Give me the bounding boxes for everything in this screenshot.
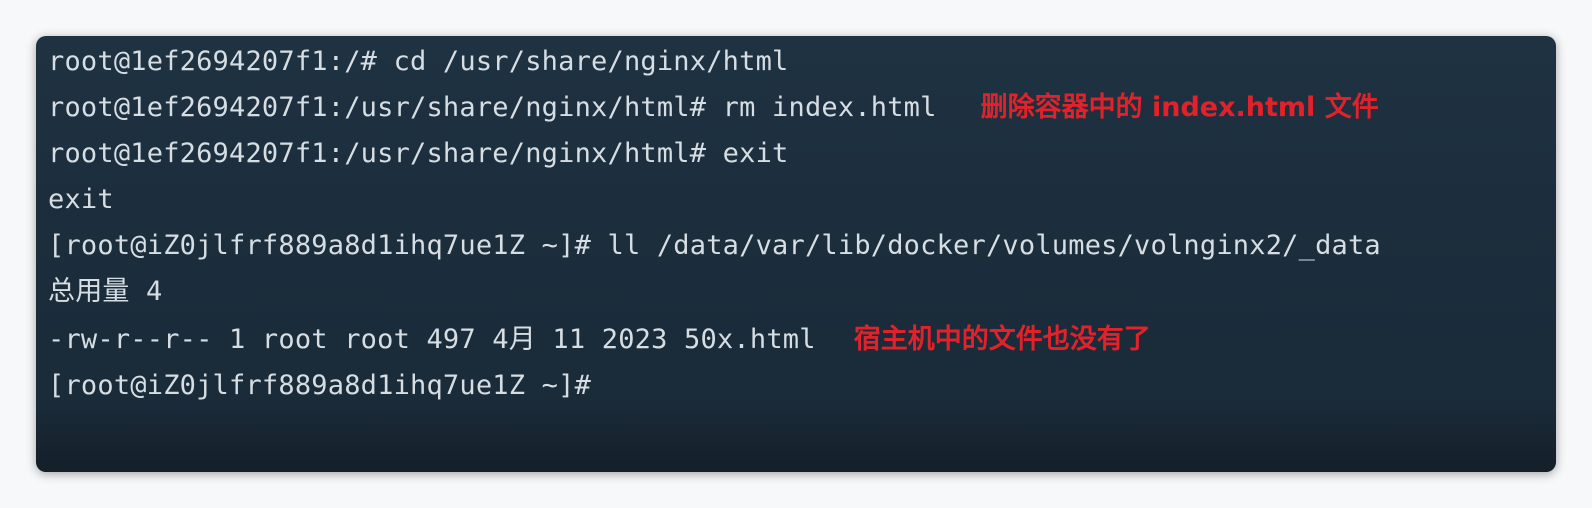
terminal-line: [root@iZ0jlfrf889a8d1ihq7ue1Z ~]#	[48, 366, 591, 406]
terminal-prompt[interactable]: [root@iZ0jlfrf889a8d1ihq7ue1Z ~]#	[48, 370, 591, 401]
terminal-line: root@1ef2694207f1:/usr/share/nginx/html#…	[48, 134, 789, 174]
terminal-line: 总用量 4	[48, 272, 163, 312]
annotation-note: 删除容器中的 index.html 文件	[980, 92, 1379, 123]
terminal-line: -rw-r--r-- 1 root root 497 4月 11 2023 50…	[48, 320, 1151, 360]
terminal-line: root@1ef2694207f1:/# cd /usr/share/nginx…	[48, 42, 789, 82]
terminal-command: [root@iZ0jlfrf889a8d1ihq7ue1Z ~]# ll /da…	[48, 230, 1381, 261]
terminal-line: exit	[48, 180, 114, 220]
terminal-command: root@1ef2694207f1:/# cd /usr/share/nginx…	[48, 46, 789, 77]
terminal-line: root@1ef2694207f1:/usr/share/nginx/html#…	[48, 88, 1379, 128]
terminal-output: exit	[48, 184, 114, 215]
terminal-command: root@1ef2694207f1:/usr/share/nginx/html#…	[48, 138, 789, 169]
terminal-line: [root@iZ0jlfrf889a8d1ihq7ue1Z ~]# ll /da…	[48, 226, 1381, 266]
annotation-note: 宿主机中的文件也没有了	[853, 324, 1151, 355]
terminal-window[interactable]: root@1ef2694207f1:/# cd /usr/share/nginx…	[36, 36, 1556, 472]
terminal-command: root@1ef2694207f1:/usr/share/nginx/html#…	[48, 92, 937, 123]
terminal-output: -rw-r--r-- 1 root root 497 4月 11 2023 50…	[48, 324, 816, 355]
screenshot-frame: root@1ef2694207f1:/# cd /usr/share/nginx…	[0, 0, 1592, 508]
terminal-output: 总用量 4	[48, 276, 163, 307]
